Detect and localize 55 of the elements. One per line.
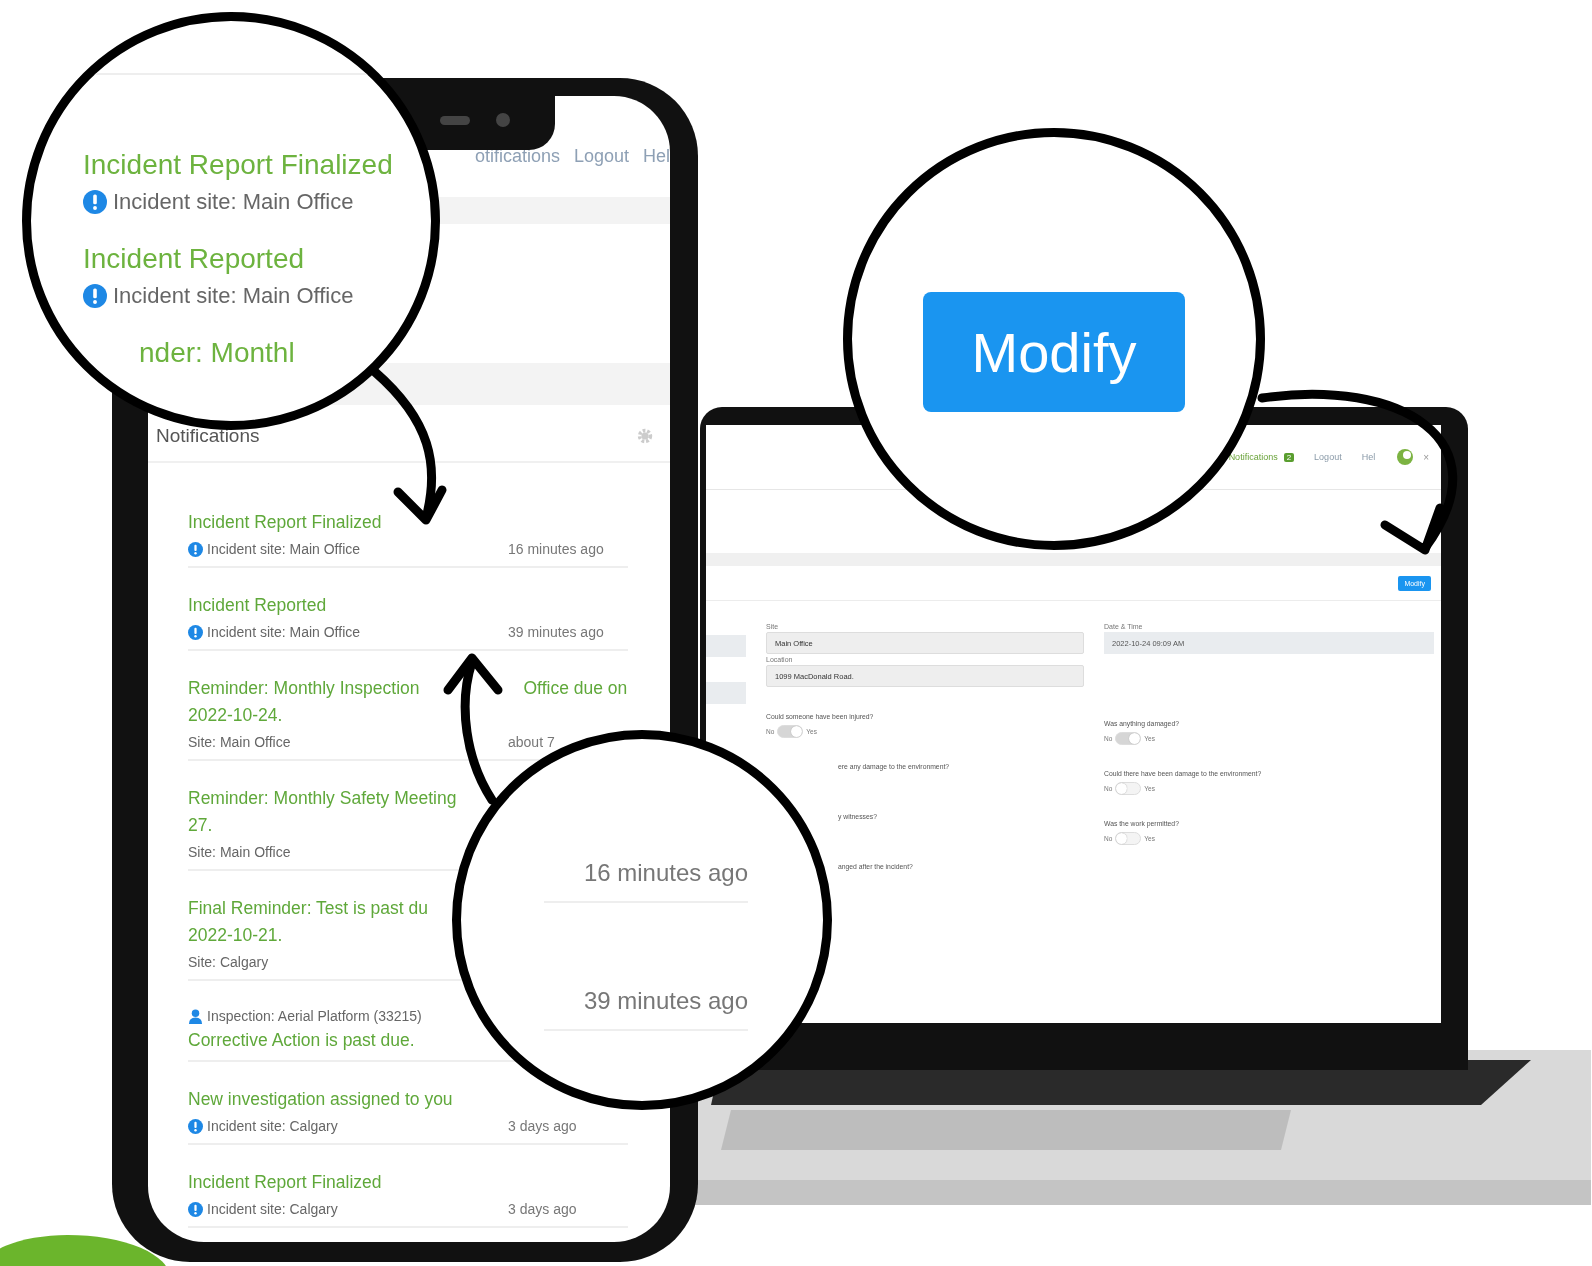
logout-link[interactable]: Logout: [1314, 452, 1342, 462]
notification-title: Incident Report Finalized: [83, 149, 394, 181]
notification-title[interactable]: 2022-10-24.: [188, 702, 283, 729]
notification-title[interactable]: Corrective Action is past due.: [188, 1027, 415, 1054]
notification-detail: Incident site: Calgary: [188, 1198, 508, 1220]
notification-title: Incident Reported: [83, 243, 306, 275]
info-icon: [188, 541, 203, 557]
info-icon: [188, 624, 203, 640]
timestamp: about 7: [508, 734, 556, 750]
leaf-logo-icon: [1395, 447, 1416, 467]
nav-link[interactable]: Logout: [573, 146, 629, 198]
settings-icon[interactable]: [636, 427, 654, 445]
help-link[interactable]: Hel: [1361, 452, 1376, 462]
toggle-switch[interactable]: [1115, 782, 1142, 795]
notification-title[interactable]: Reminder: Monthly Safety Meeting: [188, 785, 457, 812]
input-field[interactable]: [706, 635, 746, 657]
panel-title: Notifications: [156, 425, 260, 447]
notification-detail: Site: Main Office: [188, 733, 292, 752]
nav-link[interactable]: otifications: [474, 146, 560, 198]
notification-title[interactable]: 2022-10-21.: [188, 922, 283, 949]
notification-title[interactable]: Incident Report Finalized: [188, 509, 382, 536]
notifications-link[interactable]: Notifications: [1228, 452, 1278, 462]
notification-detail: Site: Calgary: [188, 953, 270, 972]
timestamp: 3 days ago: [508, 1118, 578, 1134]
input-field[interactable]: [706, 682, 746, 704]
timestamp: 39 minutes ago: [508, 624, 605, 640]
notification-title[interactable]: Incident Report Finalized: [188, 1169, 382, 1196]
close-button[interactable]: ×: [1423, 451, 1429, 463]
nav-link[interactable]: Hel: [643, 146, 670, 198]
notification-detail: Incident site: Main Office: [83, 283, 431, 309]
toggle-switch[interactable]: [1115, 732, 1142, 745]
notification-detail: Incident site: Main Office: [83, 189, 431, 215]
info-icon: [188, 1201, 203, 1217]
notification-detail: Incident site: Calgary: [188, 1115, 508, 1137]
timestamp: 16 minutes ago: [508, 541, 605, 557]
notification-detail: Incident site: Main Office: [188, 538, 508, 560]
notification-title[interactable]: Final Reminder: Test is past du: [188, 895, 428, 922]
notification-title[interactable]: New investigation assigned to you: [188, 1086, 453, 1113]
notification-title[interactable]: 27.: [188, 812, 213, 839]
toggle-switch[interactable]: [777, 725, 804, 738]
modify-button[interactable]: Modify: [923, 292, 1185, 412]
timestamp: 3 days ago: [508, 1201, 578, 1217]
toggle-switch[interactable]: [1115, 832, 1142, 845]
notification-detail: Incident site: Main Office: [188, 621, 508, 643]
notification-title[interactable]: Reminder: Monthly Inspection: [188, 675, 420, 702]
notification-detail: Site: Main Office: [188, 843, 292, 862]
timestamp: 16 minutes ago: [543, 859, 748, 903]
person-icon: [188, 1008, 203, 1024]
info-icon: [83, 190, 107, 214]
notification-count-badge: 2: [1283, 452, 1295, 462]
notification-title[interactable]: Incident Reported: [188, 592, 327, 619]
info-icon: [83, 284, 107, 308]
notification-title: nder: Monthl: [139, 337, 296, 369]
notification-title[interactable]: Office due on: [523, 675, 628, 702]
info-icon: [188, 1118, 203, 1134]
